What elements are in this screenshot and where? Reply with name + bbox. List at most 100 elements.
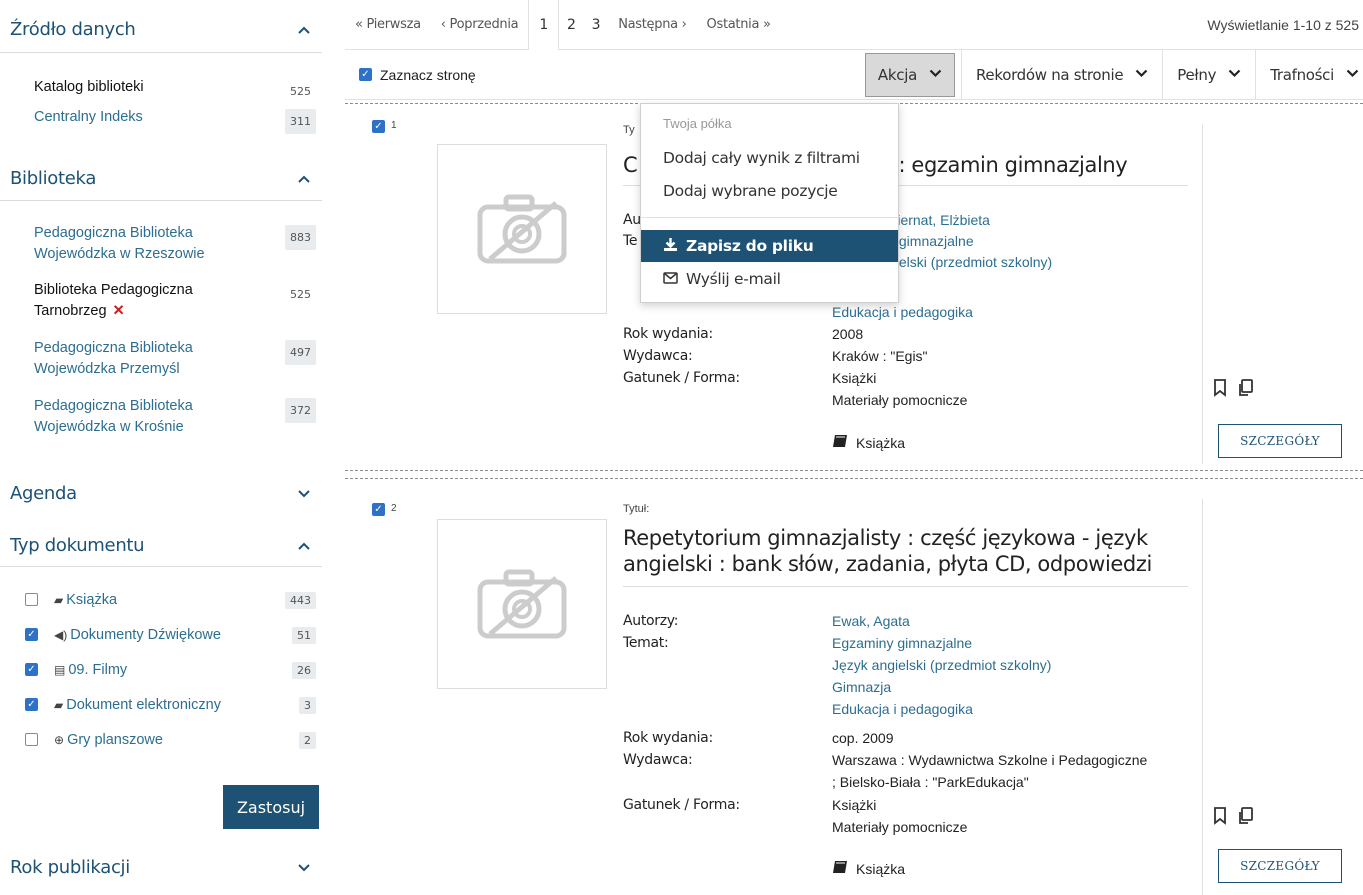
divider <box>0 566 322 567</box>
record-subject-link[interactable]: Gimnazja <box>832 677 891 698</box>
facet-item-label: Pedagogiczna Biblioteka Wojewódzka w Rze… <box>34 225 205 262</box>
bookmark-icon[interactable] <box>1213 379 1227 402</box>
record-subject-link[interactable]: Egzaminy gimnazjalne <box>832 633 972 654</box>
facet-item-library-rzeszow[interactable]: Pedagogiczna Biblioteka Wojewódzka w Rze… <box>34 223 316 265</box>
menu-item-add-selected[interactable]: Dodaj wybrane pozycje <box>641 175 898 207</box>
facet-library-header[interactable]: Biblioteka <box>0 163 322 193</box>
select-page-control[interactable]: ✓ Zaznacz stronę <box>345 67 476 83</box>
facet-count: 26 <box>292 662 316 679</box>
facet-count: 311 <box>285 109 316 134</box>
copy-icon[interactable] <box>1237 379 1254 402</box>
menu-item-send-email[interactable]: Wyślij e-mail <box>641 263 898 295</box>
pager-next-link[interactable]: Następna › <box>608 0 696 50</box>
record-select[interactable]: ✓ 2 <box>372 503 397 516</box>
record-genre-label: Gatunek / Forma: <box>623 370 740 386</box>
doctype-row-electronic[interactable]: ✓ ▰ Dokument elektroniczny 3 <box>25 695 316 714</box>
divider <box>0 200 322 201</box>
per-page-dropdown-button[interactable]: Rekordów na stronie <box>960 49 1162 100</box>
view-dropdown-button[interactable]: Pełny <box>1162 49 1255 100</box>
apply-button[interactable]: Zastosuj <box>223 785 319 829</box>
facet-count: 497 <box>285 340 316 365</box>
record-actions <box>1213 379 1254 402</box>
sort-dropdown-button[interactable]: Trafności <box>1255 49 1363 100</box>
doctype-row-boardgames[interactable]: ⊕ Gry planszowe 2 <box>25 730 316 749</box>
select-page-label: Zaznacz stronę <box>380 66 476 83</box>
record-subject-label: Te <box>623 233 638 249</box>
facet-item-library-przemysl[interactable]: Pedagogiczna Biblioteka Wojewódzka Przem… <box>34 338 316 380</box>
facet-item-library-krosno[interactable]: Pedagogiczna Biblioteka Wojewódzka w Kro… <box>34 396 316 438</box>
chevron-down-icon[interactable] <box>296 485 312 501</box>
doctype-checkbox[interactable] <box>25 593 38 606</box>
bookmark-icon[interactable] <box>1213 807 1227 830</box>
record-subject-link[interactable]: gielski (przedmiot szkolny) <box>888 252 1052 273</box>
facet-year-header[interactable]: Rok publikacji <box>0 852 322 882</box>
pager-page-3[interactable]: 3 <box>584 0 609 50</box>
pager-prev-link[interactable]: ‹ Poprzednia <box>431 0 529 50</box>
divider <box>1202 499 1203 895</box>
record-genre: Materiały pomocnicze <box>832 819 968 835</box>
electronic-doc-icon: ▰ <box>54 697 64 712</box>
record-checkbox[interactable]: ✓ <box>372 503 385 516</box>
pager-page-2[interactable]: 2 <box>559 0 584 50</box>
pager-last-link[interactable]: Ostatnia » <box>697 0 781 50</box>
record-subject-link[interactable]: Edukacja i pedagogika <box>832 302 973 323</box>
record-number: 1 <box>391 120 397 131</box>
record-subject-link[interactable]: y gimnazjalne <box>888 231 974 252</box>
doctype-checkbox[interactable]: ✓ <box>25 698 38 711</box>
doctype-row-audio[interactable]: ✓ ◀) Dokumenty Dźwiękowe 51 <box>25 625 316 644</box>
facet-source-header[interactable]: Źródło danych <box>0 14 322 44</box>
facet-item-label: Pedagogiczna Biblioteka Wojewódzka w Kro… <box>34 398 193 435</box>
record-subject-link[interactable]: Edukacja i pedagogika <box>832 699 973 720</box>
record-format-label: Książka <box>856 860 906 877</box>
record-subject-link[interactable]: Język angielski (przedmiot szkolny) <box>832 655 1051 676</box>
record-author-link[interactable]: Biernat, Elżbieta <box>888 210 990 231</box>
copy-icon[interactable] <box>1237 807 1254 830</box>
view-label: Pełny <box>1177 65 1217 84</box>
cover-placeholder[interactable] <box>437 519 607 689</box>
doctype-row-book[interactable]: ▰ Książka 443 <box>25 590 316 609</box>
chevron-up-icon[interactable] <box>296 21 312 37</box>
pager-first-link[interactable]: « Pierwsza <box>345 0 431 50</box>
record-publisher: Warszawa : Wydawnictwa Szkolne i Pedagog… <box>832 752 1148 768</box>
facet-item-central-index[interactable]: Centralny Indeks 311 <box>34 107 316 134</box>
no-image-camera-icon <box>477 569 567 639</box>
divider <box>641 217 898 218</box>
record-publisher-label: Wydawca: <box>623 752 693 768</box>
menu-item-add-all-filtered[interactable]: Dodaj cały wynik z filtrami <box>641 142 898 174</box>
record-title[interactable]: Repetytorium gimnazjalisty : część język… <box>623 525 1188 577</box>
chevron-up-icon[interactable] <box>296 170 312 186</box>
pager-page-1[interactable]: 1 <box>528 0 559 50</box>
record-title-right: ki : egzamin gimnazjalny <box>875 153 1128 177</box>
remove-filter-icon[interactable]: ✕ <box>113 303 125 319</box>
doctype-checkbox[interactable] <box>25 733 38 746</box>
facet-item-catalog[interactable]: Katalog biblioteki 525 <box>34 77 316 104</box>
facet-agenda-header[interactable]: Agenda <box>0 478 322 508</box>
facet-item-library-tarnobrzeg[interactable]: Biblioteka Pedagogiczna Tarnobrzeg ✕ 525 <box>34 280 316 322</box>
facet-count: 883 <box>285 225 316 250</box>
details-button[interactable]: SZCZEGÓŁY <box>1218 849 1342 883</box>
facet-item-label: Centralny Indeks <box>34 109 143 125</box>
cover-placeholder[interactable] <box>437 144 607 314</box>
record-select[interactable]: ✓ 1 <box>372 120 397 133</box>
facet-library-title: Biblioteka <box>10 167 97 189</box>
doctype-row-films[interactable]: ✓ ▤ 09. Filmy 26 <box>25 660 316 679</box>
details-button[interactable]: SZCZEGÓŁY <box>1218 424 1342 458</box>
facet-source-title: Źródło danych <box>10 18 136 40</box>
action-label: Akcja <box>877 65 917 84</box>
record-format-label: Książka <box>856 434 906 451</box>
chevron-down-icon[interactable] <box>296 859 312 875</box>
record-checkbox[interactable]: ✓ <box>372 120 385 133</box>
action-dropdown-button[interactable]: Akcja <box>864 52 955 97</box>
facet-doctype-header[interactable]: Typ dokumentu <box>0 530 322 560</box>
facet-item-label: Pedagogiczna Biblioteka Wojewódzka Przem… <box>34 340 193 377</box>
menu-item-label: Wyślij e-mail <box>686 270 781 288</box>
select-page-checkbox[interactable]: ✓ <box>359 68 372 81</box>
results-toolbar: ✓ Zaznacz stronę Akcja Rekordów na stron… <box>345 49 1363 100</box>
doctype-checkbox[interactable]: ✓ <box>25 663 38 676</box>
menu-item-save-to-file[interactable]: Zapisz do pliku <box>641 230 898 262</box>
film-icon: ▤ <box>54 662 66 677</box>
chevron-up-icon[interactable] <box>296 537 312 553</box>
record-author-link[interactable]: Ewak, Agata <box>832 611 910 632</box>
facet-agenda-title: Agenda <box>10 482 77 504</box>
doctype-checkbox[interactable]: ✓ <box>25 628 38 641</box>
